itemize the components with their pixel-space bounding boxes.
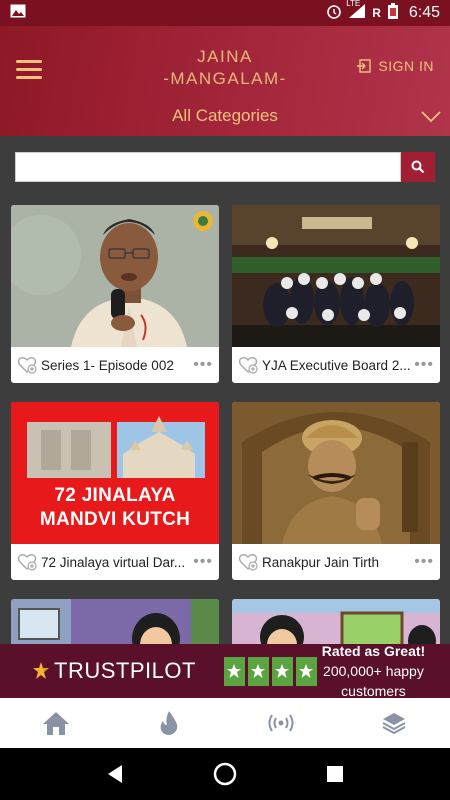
sign-in-label: SIGN IN: [378, 58, 434, 74]
trustpilot-wordmark: TRUSTPILOT: [54, 658, 196, 683]
heart-add-icon[interactable]: [238, 553, 258, 571]
nav-categories[interactable]: [338, 698, 450, 748]
card-footer: 72 Jinalaya virtual Dar... •••: [11, 545, 219, 579]
roaming-label: R: [372, 6, 381, 20]
card-footer: Ranakpur Jain Tirth •••: [232, 545, 440, 579]
home-circle-icon: [213, 762, 237, 786]
more-options-icon[interactable]: •••: [191, 553, 213, 571]
clock-time: 6:45: [408, 4, 440, 21]
nav-home[interactable]: [0, 698, 113, 748]
more-options-icon[interactable]: •••: [191, 356, 213, 374]
star-icon: [223, 656, 245, 686]
video-card[interactable]: Series 1- Episode 002 •••: [11, 205, 219, 383]
home-system-button[interactable]: [205, 754, 245, 794]
card-title: Ranakpur Jain Tirth: [262, 554, 380, 570]
heart-add-icon[interactable]: [238, 356, 258, 374]
video-thumbnail: [11, 205, 219, 347]
video-thumbnail: [11, 599, 219, 644]
ad-banner[interactable]: TRUSTPILOT Rated as Great! 200,000+ happ…: [0, 641, 450, 701]
alarm-icon: [326, 3, 342, 23]
trustpilot-logo: TRUSTPILOT: [32, 658, 196, 684]
layers-icon: [382, 713, 406, 735]
more-options-icon[interactable]: •••: [412, 553, 434, 571]
app-header: JAINA -MANGALAM- SIGN IN All Categories: [0, 26, 450, 136]
chevron-down-icon[interactable]: [420, 106, 442, 126]
video-thumbnail: 72 JINALAYA MANDVI KUTCH: [11, 402, 219, 544]
image-icon: [10, 4, 26, 22]
trustpilot-star-icon: [33, 662, 49, 679]
video-thumbnail: [232, 402, 440, 544]
video-card[interactable]: YJA Executive Board 2... •••: [232, 205, 440, 383]
sign-in-button[interactable]: SIGN IN: [356, 58, 434, 74]
rating-stars: [223, 656, 317, 686]
poster-line1: 72 JINALAYA: [54, 485, 176, 506]
home-icon: [43, 712, 70, 735]
back-triangle-icon: [108, 765, 122, 783]
system-nav-bar: [0, 748, 450, 800]
video-card[interactable]: [11, 599, 219, 644]
nav-trending[interactable]: [113, 698, 226, 748]
card-title: Series 1- Episode 002: [41, 357, 174, 373]
video-card[interactable]: [232, 599, 440, 644]
app-screen: LTE R 6:45 JAINA -MANGALAM- SIGN IN All …: [0, 0, 450, 800]
sign-in-icon: [357, 59, 372, 73]
heart-add-icon[interactable]: [17, 356, 37, 374]
search-icon: [411, 160, 425, 174]
ad-subline: 200,000+ happy customers: [323, 663, 424, 699]
poster-line2: MANDVI KUTCH: [39, 509, 191, 530]
video-card[interactable]: Ranakpur Jain Tirth •••: [232, 402, 440, 580]
menu-icon[interactable]: [16, 60, 42, 80]
video-thumbnail: [232, 599, 440, 644]
search-input[interactable]: [15, 152, 401, 182]
signal-icon: LTE: [346, 0, 366, 23]
card-footer: YJA Executive Board 2... •••: [232, 348, 440, 382]
ad-text: Rated as Great! 200,000+ happy customers: [317, 641, 430, 701]
card-title: YJA Executive Board 2...: [262, 357, 411, 373]
status-bar: LTE R 6:45: [0, 0, 450, 26]
video-thumbnail: [232, 205, 440, 347]
search-button[interactable]: [401, 152, 435, 182]
card-footer: Series 1- Episode 002 •••: [11, 348, 219, 382]
poster-text: 72 JINALAYA MANDVI KUTCH: [11, 484, 219, 532]
broadcast-icon: [268, 714, 294, 732]
star-icon: [247, 656, 269, 686]
star-icon: [271, 656, 293, 686]
category-selector[interactable]: All Categories: [0, 102, 450, 132]
search-bar: [15, 152, 435, 182]
category-label: All Categories: [172, 106, 278, 125]
heart-add-icon[interactable]: [17, 553, 37, 571]
back-button[interactable]: [95, 754, 135, 794]
card-title: 72 Jinalaya virtual Dar...: [41, 554, 186, 570]
recents-button[interactable]: [315, 754, 355, 794]
video-grid: Series 1- Episode 002 ••• YJA Executive …: [0, 204, 450, 644]
ad-headline: Rated as Great!: [321, 643, 426, 659]
more-options-icon[interactable]: •••: [412, 356, 434, 374]
network-label: LTE: [346, 0, 361, 8]
star-icon: [295, 656, 317, 686]
flame-icon: [160, 711, 178, 735]
video-card[interactable]: 72 JINALAYA MANDVI KUTCH 72 Jinalaya vir…: [11, 402, 219, 580]
nav-live[interactable]: [225, 698, 338, 748]
battery-icon: [387, 2, 399, 24]
recents-square-icon: [327, 766, 343, 782]
bottom-nav: [0, 698, 450, 748]
